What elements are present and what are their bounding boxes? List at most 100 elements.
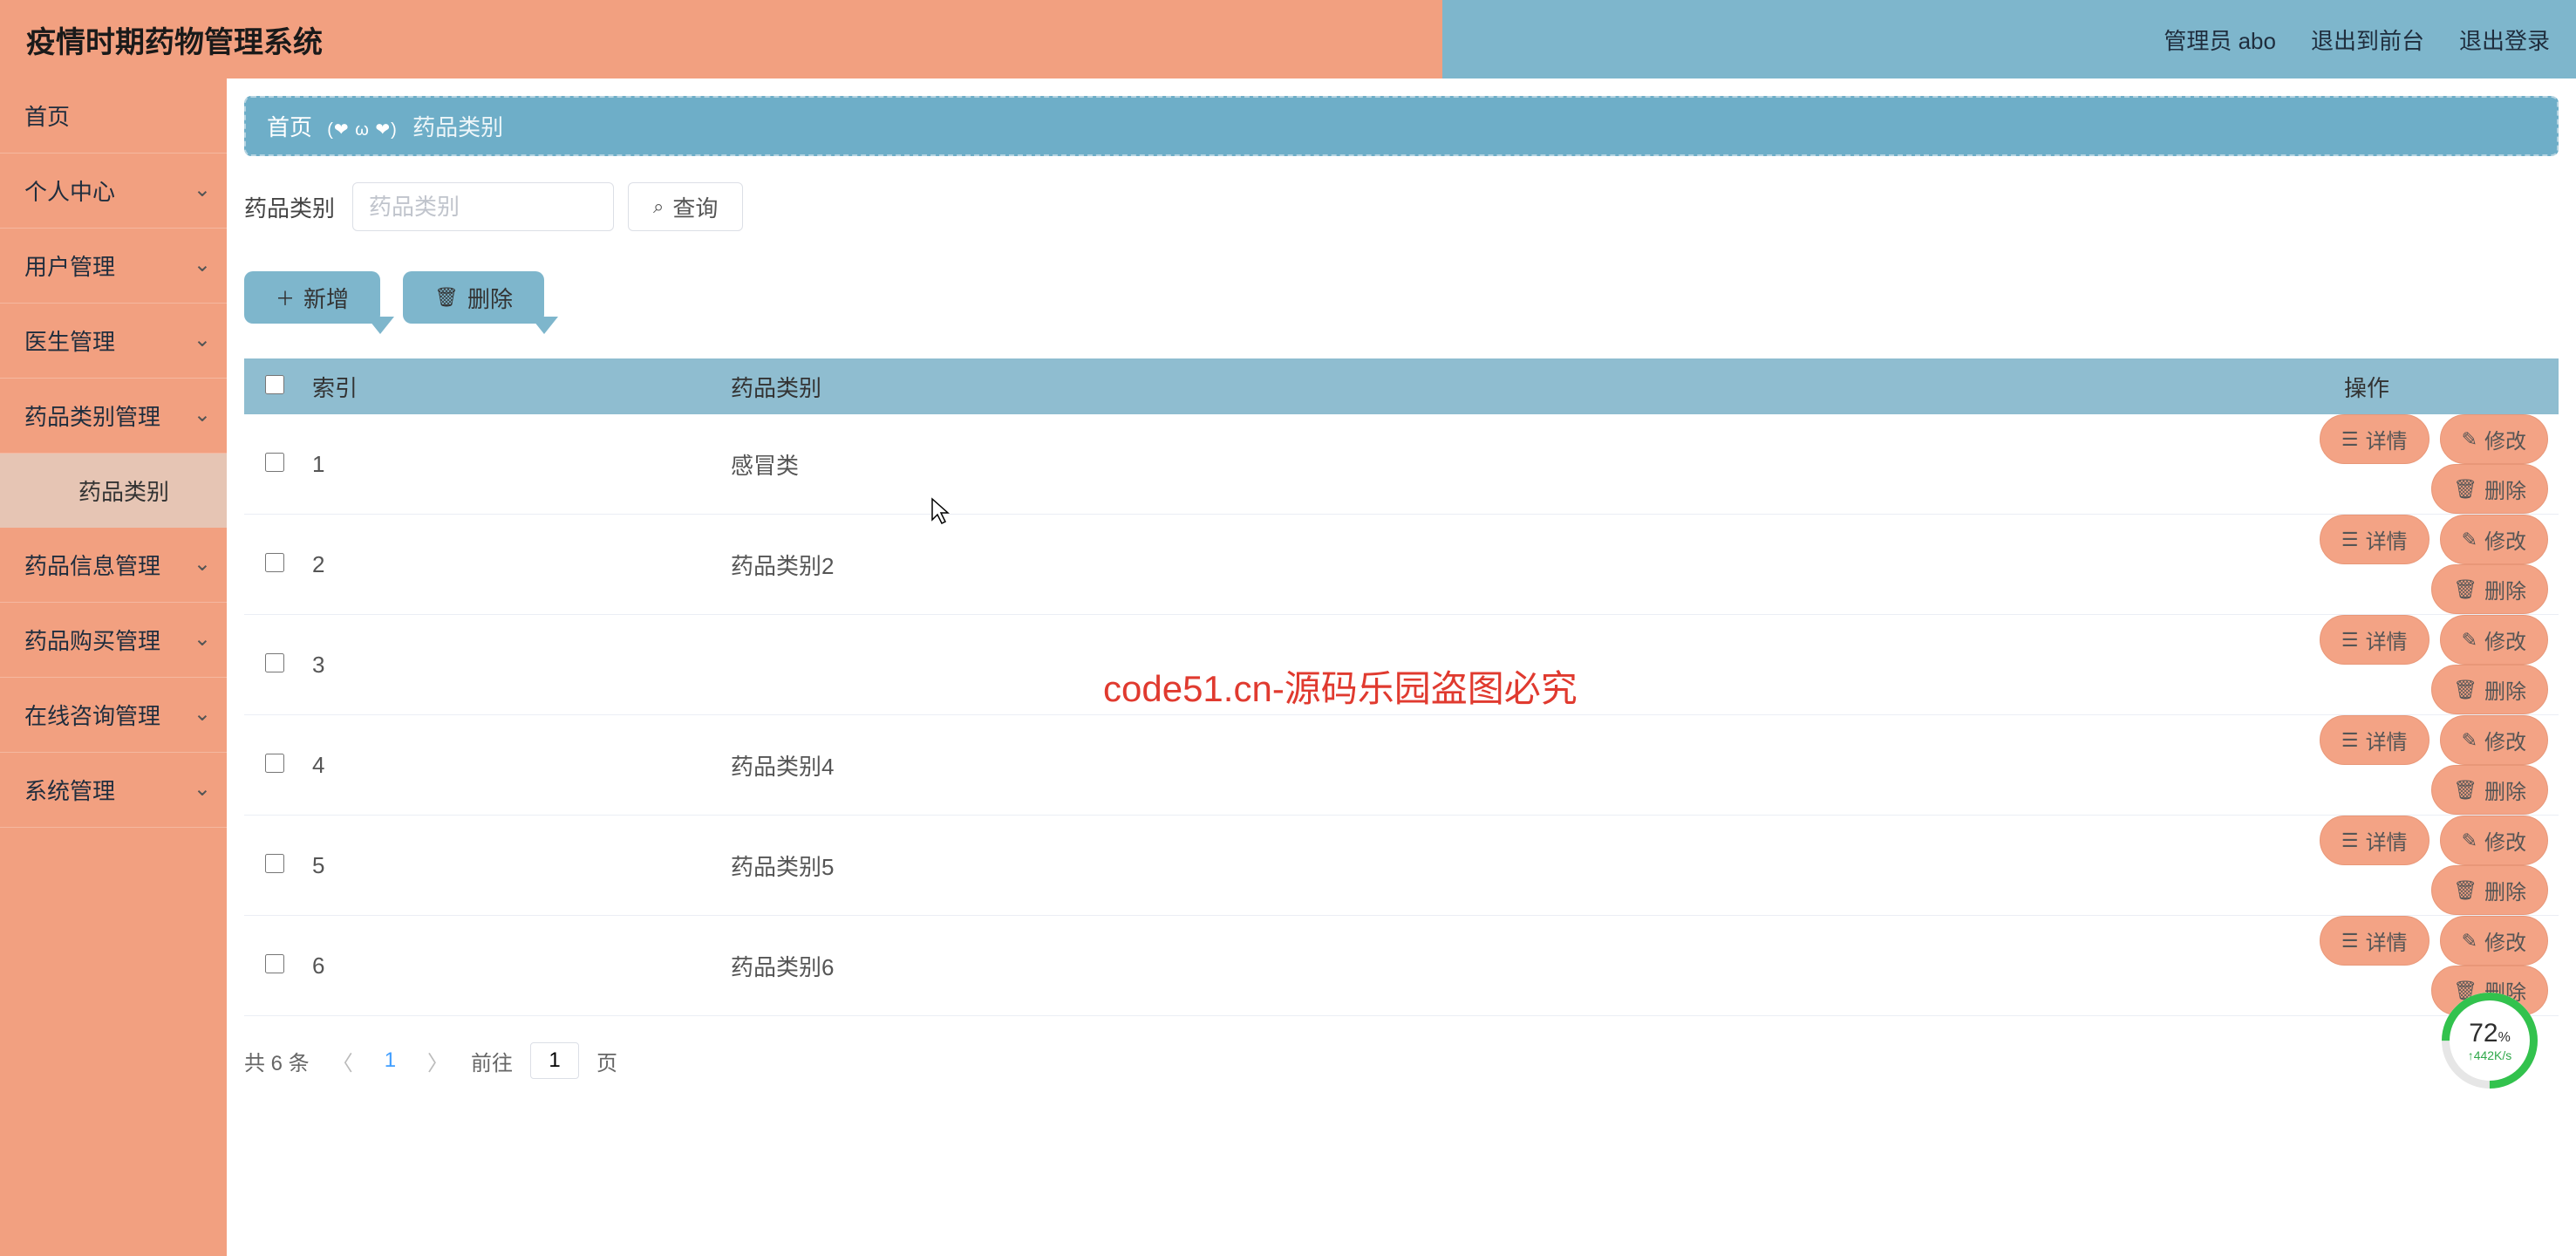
detail-button[interactable]: ☰ 详情: [2320, 916, 2429, 966]
edit-button[interactable]: ✎ 修改: [2440, 816, 2548, 865]
breadcrumb: 首页 (❤ ω ❤) 药品类别: [244, 96, 2559, 156]
sidebar-item-home[interactable]: 首页: [0, 78, 227, 154]
edit-button[interactable]: ✎ 修改: [2440, 615, 2548, 665]
row-delete-button[interactable]: 🗑 删除: [2431, 564, 2548, 614]
edit-button[interactable]: ✎ 修改: [2440, 414, 2548, 464]
detail-button[interactable]: ☰ 详情: [2320, 414, 2429, 464]
trash-icon: 🗑: [2453, 578, 2477, 601]
admin-name[interactable]: 管理员 abo: [2164, 24, 2276, 56]
list-icon: ☰: [2341, 829, 2359, 852]
cell-category: 药品类别4: [724, 715, 2175, 816]
list-icon: ☰: [2341, 930, 2359, 952]
pencil-icon: ✎: [2462, 930, 2477, 952]
row-delete-button[interactable]: 🗑 删除: [2431, 765, 2548, 815]
row-checkbox[interactable]: [265, 854, 284, 873]
trash-icon: 🗑: [2453, 779, 2477, 802]
pencil-icon: ✎: [2462, 428, 2477, 451]
sidebar-item-label: 药品购买管理: [24, 628, 160, 654]
sidebar-item-online-consult-mgmt[interactable]: 在线咨询管理: [0, 678, 227, 753]
breadcrumb-home[interactable]: 首页: [267, 114, 312, 140]
pager-next[interactable]: 〉: [422, 1046, 453, 1076]
trash-icon: 🗑: [2453, 679, 2477, 701]
sidebar-item-label: 医生管理: [24, 329, 115, 355]
sidebar-item-doctor-mgmt[interactable]: 医生管理: [0, 304, 227, 379]
cell-ops: ☰ 详情✎ 修改🗑 删除: [2175, 816, 2559, 916]
row-delete-button[interactable]: 🗑 删除: [2431, 665, 2548, 714]
header-right: 管理员 abo 退出到前台 退出登录: [2164, 24, 2550, 56]
sidebar-item-personal-center[interactable]: 个人中心: [0, 154, 227, 229]
cell-index: 6: [305, 916, 724, 1016]
detail-button[interactable]: ☰ 详情: [2320, 816, 2429, 865]
pencil-icon: ✎: [2462, 729, 2477, 752]
pager-total: 共 6 条: [244, 1046, 310, 1076]
trash-icon: 🗑: [2453, 478, 2477, 501]
performance-widget[interactable]: 72% ↑442K/s: [2442, 993, 2538, 1089]
pencil-icon: ✎: [2462, 629, 2477, 652]
pagination: 共 6 条 〈 1 〉 前往 页: [244, 1042, 2559, 1079]
cell-ops: ☰ 详情✎ 修改🗑 删除: [2175, 615, 2559, 715]
cell-category: 药品类别2: [724, 515, 2175, 615]
sidebar-item-label: 个人中心: [24, 179, 115, 205]
plus-icon: ＋: [276, 283, 295, 311]
sidebar-item-user-mgmt[interactable]: 用户管理: [0, 229, 227, 304]
back-to-front-link[interactable]: 退出到前台: [2311, 24, 2424, 56]
pager-current[interactable]: 1: [376, 1048, 405, 1073]
cell-index: 2: [305, 515, 724, 615]
list-icon: ☰: [2341, 529, 2359, 551]
edit-button[interactable]: ✎ 修改: [2440, 715, 2548, 765]
pager-goto-prefix: 前往: [471, 1046, 513, 1076]
cell-category: 感冒类: [724, 414, 2175, 515]
edit-button[interactable]: ✎ 修改: [2440, 515, 2548, 564]
data-table: 索引 药品类别 操作 1感冒类☰ 详情✎ 修改🗑 删除2药品类别2☰ 详情✎ 修…: [244, 358, 2559, 1016]
table-row: 3☰ 详情✎ 修改🗑 删除: [244, 615, 2559, 715]
sidebar-item-label: 药品信息管理: [24, 553, 160, 579]
col-checkbox: [244, 358, 305, 414]
sidebar-item-drug-category-mgmt[interactable]: 药品类别管理: [0, 379, 227, 454]
sidebar-item-label: 药品类别管理: [24, 404, 160, 430]
sidebar-item-drug-purchase-mgmt[interactable]: 药品购买管理: [0, 603, 227, 678]
cell-ops: ☰ 详情✎ 修改🗑 删除: [2175, 414, 2559, 515]
detail-button[interactable]: ☰ 详情: [2320, 515, 2429, 564]
row-checkbox[interactable]: [265, 453, 284, 472]
filter-row: 药品类别 ⌕ 查询: [244, 182, 2559, 231]
row-checkbox[interactable]: [265, 954, 284, 973]
perf-rate: ↑442K/s: [2468, 1048, 2512, 1062]
table-row: 5药品类别5☰ 详情✎ 修改🗑 删除: [244, 816, 2559, 916]
cell-index: 4: [305, 715, 724, 816]
cell-ops: ☰ 详情✎ 修改🗑 删除: [2175, 515, 2559, 615]
query-button[interactable]: ⌕ 查询: [628, 182, 743, 231]
sidebar-subitem-label: 药品类别: [78, 479, 169, 505]
row-checkbox[interactable]: [265, 754, 284, 773]
query-button-label: 查询: [672, 191, 718, 223]
pencil-icon: ✎: [2462, 529, 2477, 551]
sidebar: 首页 个人中心 用户管理 医生管理 药品类别管理 药品类别 药品信息管理 药品购…: [0, 78, 227, 1256]
edit-button[interactable]: ✎ 修改: [2440, 916, 2548, 966]
sidebar-item-label: 系统管理: [24, 778, 115, 804]
batch-delete-button[interactable]: 🗑 删除: [403, 271, 544, 324]
row-checkbox[interactable]: [265, 553, 284, 572]
pager-goto-input[interactable]: [530, 1042, 579, 1079]
add-button[interactable]: ＋ 新增: [244, 271, 380, 324]
cell-index: 5: [305, 816, 724, 916]
pager-prev[interactable]: 〈: [327, 1046, 358, 1076]
table-row: 6药品类别6☰ 详情✎ 修改🗑 删除: [244, 916, 2559, 1016]
row-delete-button[interactable]: 🗑 删除: [2431, 464, 2548, 514]
select-all-checkbox[interactable]: [265, 375, 284, 394]
cell-category: [724, 615, 2175, 715]
sidebar-subitem-drug-category[interactable]: 药品类别: [0, 454, 227, 528]
list-icon: ☰: [2341, 629, 2359, 652]
detail-button[interactable]: ☰ 详情: [2320, 715, 2429, 765]
row-delete-button[interactable]: 🗑 删除: [2431, 865, 2548, 915]
cell-category: 药品类别6: [724, 916, 2175, 1016]
logout-link[interactable]: 退出登录: [2459, 24, 2550, 56]
trash-icon: 🗑: [2453, 879, 2477, 902]
perf-percent: 72%: [2469, 1019, 2511, 1048]
sidebar-item-drug-info-mgmt[interactable]: 药品信息管理: [0, 528, 227, 603]
col-category: 药品类别: [724, 358, 2175, 414]
sidebar-item-label: 在线咨询管理: [24, 703, 160, 729]
row-checkbox[interactable]: [265, 653, 284, 672]
category-filter-input[interactable]: [352, 182, 614, 231]
sidebar-item-system-mgmt[interactable]: 系统管理: [0, 753, 227, 828]
search-icon: ⌕: [653, 195, 664, 218]
detail-button[interactable]: ☰ 详情: [2320, 615, 2429, 665]
